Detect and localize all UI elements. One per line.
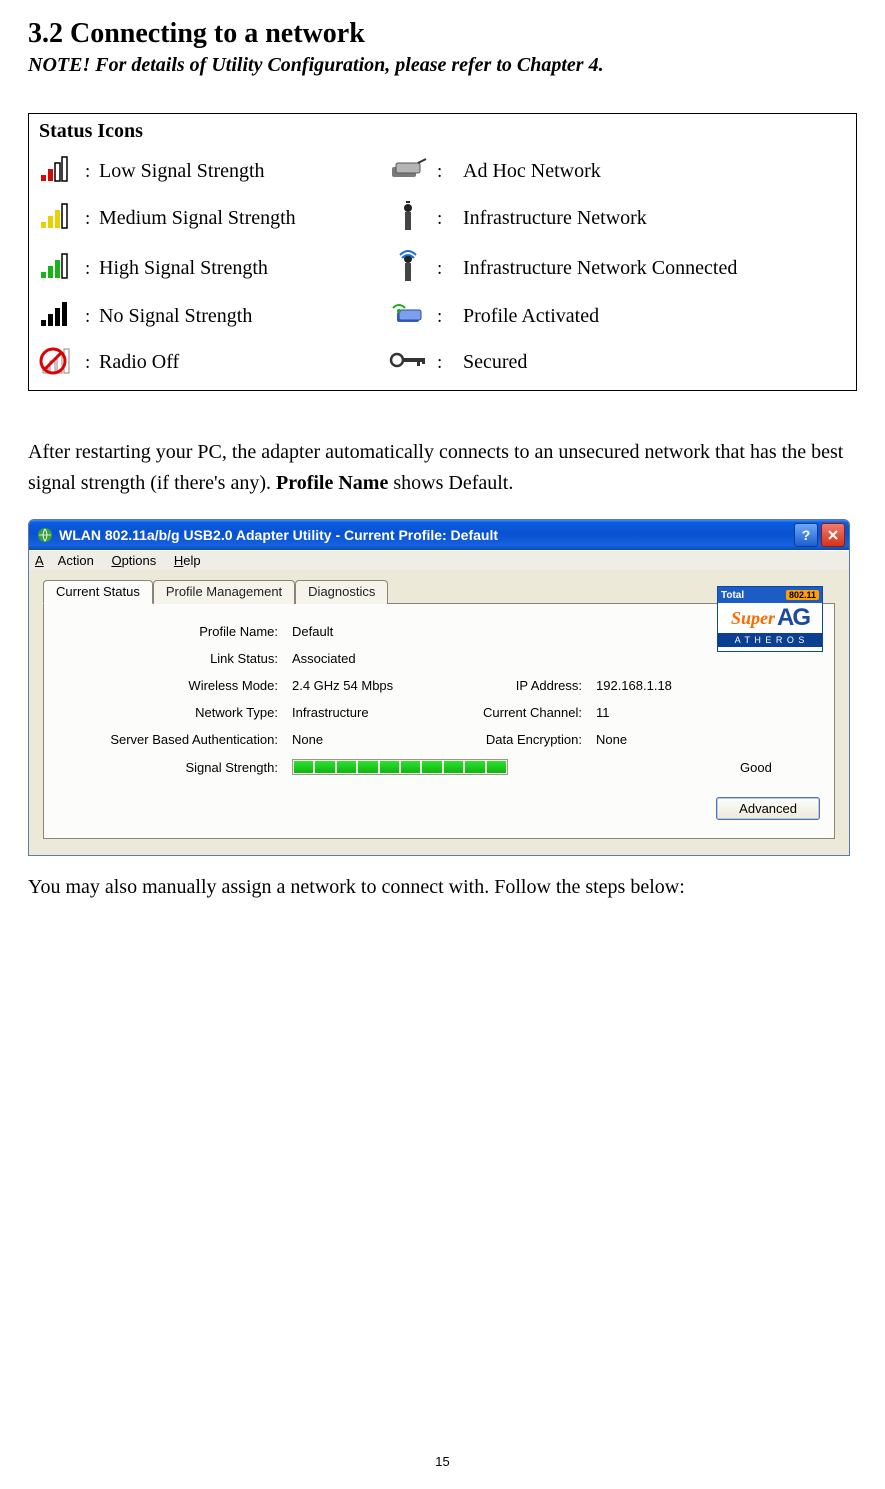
- note-text: NOTE! For details of Utility Configurati…: [28, 54, 857, 77]
- secured-label: Secured: [451, 351, 846, 374]
- status-row: : Radio Off : Secured: [39, 345, 846, 380]
- medium-signal-label: Medium Signal Strength: [99, 207, 379, 230]
- infrastructure-icon: [395, 200, 421, 237]
- high-signal-label: High Signal Strength: [99, 257, 379, 280]
- tab-profile-management[interactable]: Profile Management: [153, 580, 295, 604]
- infrastructure-label: Infrastructure Network: [451, 207, 846, 230]
- infrastructure-connected-icon: [394, 249, 422, 288]
- menu-options[interactable]: Options: [111, 553, 156, 568]
- infrastructure-connected-label: Infrastructure Network Connected: [451, 257, 846, 280]
- encryption-label: Data Encryption:: [462, 732, 596, 747]
- adhoc-label: Ad Hoc Network: [451, 160, 846, 183]
- signal-strength-meter: [292, 759, 508, 775]
- signal-strength-label: Signal Strength:: [58, 760, 292, 775]
- wireless-mode-value: 2.4 GHz 54 Mbps: [292, 678, 462, 693]
- menu-help[interactable]: Help: [174, 553, 201, 568]
- advanced-button[interactable]: Advanced: [716, 797, 820, 820]
- auth-label: Server Based Authentication:: [58, 732, 292, 747]
- page-number: 15: [0, 1454, 885, 1469]
- status-icons-title: Status Icons: [39, 120, 846, 143]
- low-signal-icon: [39, 155, 73, 188]
- intro-paragraph: After restarting your PC, the adapter au…: [28, 437, 857, 499]
- secured-icon: [389, 351, 427, 374]
- status-icons-box: Status Icons : Low Signal Strength : Ad …: [28, 113, 857, 391]
- help-button[interactable]: ?: [794, 523, 818, 547]
- profile-name-value: Default: [292, 624, 462, 639]
- current-channel-value: 11: [596, 705, 820, 720]
- ip-address-value: 192.168.1.18: [596, 678, 820, 693]
- ip-address-label: IP Address:: [462, 678, 596, 693]
- utility-window: WLAN 802.11a/b/g USB2.0 Adapter Utility …: [28, 519, 850, 856]
- post-paragraph: You may also manually assign a network t…: [28, 876, 857, 899]
- status-row: : Medium Signal Strength : Infrastructur…: [39, 200, 846, 237]
- section-heading: 3.2 Connecting to a network: [28, 18, 857, 50]
- network-type-label: Network Type:: [58, 705, 292, 720]
- profile-name-label: Profile Name:: [58, 624, 292, 639]
- radio-off-label: Radio Off: [99, 351, 379, 374]
- link-status-label: Link Status:: [58, 651, 292, 666]
- status-row: : Low Signal Strength : Ad Hoc Network: [39, 155, 846, 188]
- app-icon: [37, 527, 53, 543]
- no-signal-icon: [39, 300, 73, 333]
- auth-value: None: [292, 732, 462, 747]
- radio-off-icon: [39, 345, 75, 380]
- tab-current-status[interactable]: Current Status: [43, 580, 153, 604]
- wireless-mode-label: Wireless Mode:: [58, 678, 292, 693]
- signal-strength-value: Good: [740, 760, 820, 775]
- profile-activated-label: Profile Activated: [451, 305, 846, 328]
- window-title: WLAN 802.11a/b/g USB2.0 Adapter Utility …: [59, 527, 498, 543]
- encryption-value: None: [596, 732, 820, 747]
- medium-signal-icon: [39, 202, 73, 235]
- low-signal-label: Low Signal Strength: [99, 160, 379, 183]
- profile-activated-icon: [391, 302, 425, 331]
- status-row: : High Signal Strength : Infrastructure …: [39, 249, 846, 288]
- titlebar[interactable]: WLAN 802.11a/b/g USB2.0 Adapter Utility …: [29, 520, 849, 550]
- link-status-value: Associated: [292, 651, 462, 666]
- close-button[interactable]: [821, 523, 845, 547]
- adhoc-icon: [388, 157, 428, 186]
- status-row: : No Signal Strength : Profile Activated: [39, 300, 846, 333]
- no-signal-label: No Signal Strength: [99, 305, 379, 328]
- network-type-value: Infrastructure: [292, 705, 462, 720]
- menu-action[interactable]: AActionAction: [35, 553, 94, 568]
- menubar: AActionAction Options Help: [29, 550, 849, 570]
- current-channel-label: Current Channel:: [462, 705, 596, 720]
- tab-diagnostics[interactable]: Diagnostics: [295, 580, 388, 604]
- atheros-logo: Total802.11 SuperAG A T H E R O S: [717, 586, 823, 652]
- high-signal-icon: [39, 252, 73, 285]
